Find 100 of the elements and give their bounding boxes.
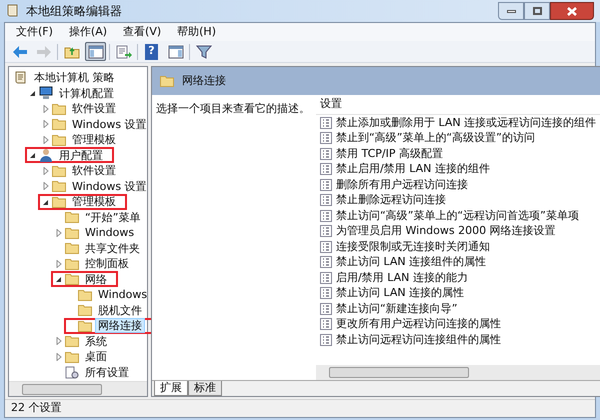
toolbar-button[interactable]: ? (141, 42, 162, 61)
folder-icon (65, 211, 79, 224)
folder-icon (78, 320, 92, 332)
collapsed-arrow-icon[interactable] (42, 166, 50, 175)
setting-item[interactable]: 禁止到“高级”菜单上的“高级设置”的访问 (336, 130, 535, 146)
collapsed-arrow-icon[interactable] (55, 352, 63, 361)
column-header[interactable]: 设置 (316, 95, 600, 115)
folder-icon (65, 242, 79, 254)
action-pane-icon (168, 44, 184, 58)
setting-item[interactable]: 更改所有用户远程访问连接的属性 (336, 316, 501, 332)
folder-icon (65, 273, 79, 286)
settings-icon (65, 365, 79, 380)
folder-icon (52, 196, 66, 208)
tree-item[interactable]: 软件设置 (69, 163, 119, 178)
collapsed-arrow-icon[interactable] (55, 337, 63, 346)
tree-item[interactable]: 控制面板 (82, 256, 132, 272)
collapsed-arrow-icon[interactable] (55, 260, 63, 268)
collapsed-arrow-icon[interactable] (42, 120, 50, 128)
setting-item[interactable]: 为管理员启用 Windows 2000 网络连接设置 (336, 223, 556, 240)
scroll-icon (6, 4, 20, 18)
tree-item[interactable]: Windows (82, 225, 138, 240)
collapsed-arrow-icon[interactable] (55, 228, 63, 237)
setting-item[interactable]: 禁用 TCP/IP 高级配置 (336, 146, 443, 162)
minimize-button[interactable] (498, 2, 524, 20)
tree-item[interactable]: Windows (95, 287, 150, 302)
folder-icon (65, 226, 79, 239)
setting-item[interactable]: 禁止访问“新建连接向导” (336, 300, 458, 317)
help-icon: ? (145, 44, 158, 60)
setting-icon (320, 148, 332, 160)
tree-item[interactable]: 用户配置 (56, 148, 106, 163)
filter-icon (196, 44, 212, 58)
expanded-arrow-icon[interactable] (29, 89, 37, 98)
setting-icon (320, 272, 332, 284)
tree-item[interactable]: 软件设置 (69, 101, 119, 116)
detail-title: 网络连接 (182, 72, 226, 89)
setting-icon (320, 194, 332, 206)
close-button[interactable] (550, 2, 594, 20)
setting-item[interactable]: 禁止添加或删除用于 LAN 连接或远程访问连接的组件 (336, 114, 596, 131)
folder-icon (52, 180, 66, 192)
toolbar-button[interactable] (85, 42, 106, 61)
tree-item[interactable]: 计算机配置 (56, 86, 117, 101)
tab[interactable]: 标准 (188, 381, 222, 396)
tree-item[interactable]: 脱机文件 (95, 302, 145, 318)
tree-item[interactable]: 网络连接 (95, 318, 145, 334)
folder-icon (52, 134, 66, 146)
setting-icon (320, 225, 332, 238)
setting-icon (320, 287, 332, 300)
setting-icon (320, 163, 332, 176)
tab[interactable]: 扩展 (154, 381, 188, 396)
tree-item[interactable]: 所有设置 (82, 364, 132, 380)
tree-item[interactable]: 本地计算机 策略 (31, 70, 118, 86)
folder-icon (52, 118, 66, 130)
tree-item[interactable]: 桌面 (82, 349, 110, 364)
horizontal-scrollbar[interactable] (9, 381, 147, 396)
menu-item[interactable]: 查看(V) (116, 24, 168, 40)
folder-icon (52, 102, 66, 115)
menu-item[interactable]: 操作(A) (62, 24, 114, 40)
setting-icon (320, 178, 332, 191)
setting-item[interactable]: 禁止删除远程访问连接 (336, 192, 446, 208)
expanded-arrow-icon[interactable] (42, 198, 50, 206)
folder-icon (65, 350, 79, 363)
setting-item[interactable]: 启用/禁用 LAN 连接的能力 (336, 270, 468, 286)
setting-icon (320, 210, 332, 222)
horizontal-scrollbar[interactable] (316, 365, 600, 380)
setting-icon (320, 256, 332, 268)
collapsed-arrow-icon[interactable] (42, 104, 50, 113)
tree-item[interactable]: 管理模板 (69, 132, 119, 148)
folder-up-icon (64, 44, 80, 58)
setting-icon (320, 240, 332, 253)
window-title: 本地组策略编辑器 (26, 3, 122, 20)
setting-item[interactable]: 禁止启用/禁用 LAN 连接的组件 (336, 161, 490, 178)
menu-item[interactable]: 帮助(H) (170, 24, 223, 40)
setting-item[interactable]: 禁止访问 LAN 连接组件的属性 (336, 254, 486, 270)
folder-icon (78, 288, 92, 301)
setting-item[interactable]: 删除所有用户远程访问连接 (336, 176, 468, 193)
expanded-arrow-icon[interactable] (55, 275, 63, 284)
folder-icon (65, 335, 79, 348)
setting-item[interactable]: 禁止访问远程访问连接组件的属性 (336, 332, 501, 348)
back-arrow-icon (12, 44, 28, 58)
computer-icon (39, 86, 53, 100)
folder-icon (52, 164, 66, 177)
setting-item[interactable]: 禁止访问 LAN 连接的属性 (336, 285, 464, 302)
export-list-icon (116, 44, 132, 58)
tree-item[interactable]: Windows 设置 (69, 178, 150, 194)
collapsed-arrow-icon[interactable] (42, 136, 50, 144)
folder-icon (78, 304, 92, 316)
tree-item[interactable]: 网络 (82, 272, 110, 287)
expanded-arrow-icon[interactable] (29, 151, 37, 160)
tree-item[interactable]: 系统 (82, 334, 110, 349)
tree-item[interactable]: “开始”菜单 (82, 210, 144, 225)
tree-item[interactable]: 管理模板 (69, 194, 119, 210)
tree-item[interactable]: 共享文件夹 (82, 240, 143, 256)
setting-icon (320, 334, 332, 346)
maximize-button[interactable] (524, 2, 550, 20)
setting-item[interactable]: 连接受限制或无连接时关闭通知 (336, 238, 490, 255)
collapsed-arrow-icon[interactable] (42, 182, 50, 190)
setting-item[interactable]: 禁止访问“高级”菜单上的“远程访问首选项”菜单项 (336, 208, 579, 224)
setting-icon (320, 302, 332, 315)
menu-item[interactable]: 文件(F) (9, 24, 60, 40)
tree-item[interactable]: Windows 设置 (69, 116, 150, 132)
